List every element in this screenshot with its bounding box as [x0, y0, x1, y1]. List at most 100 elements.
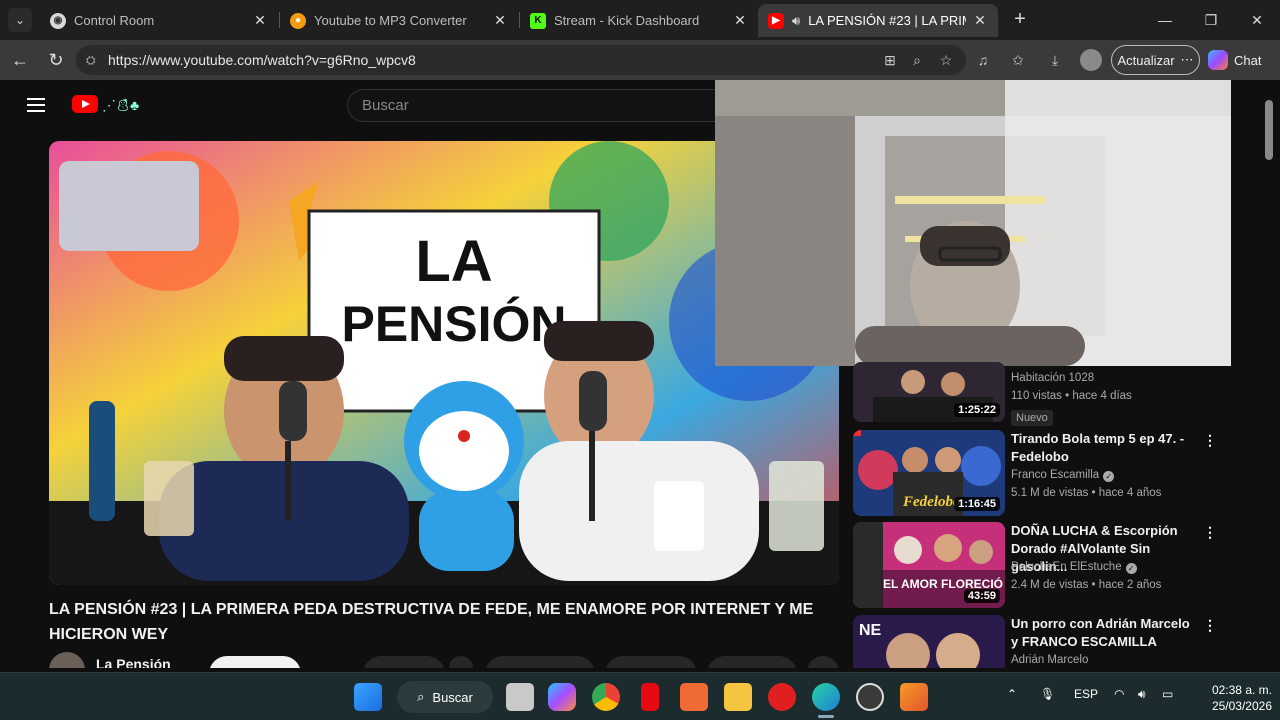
youtube-logo-icon[interactable]	[72, 95, 98, 113]
tab-youtube-video[interactable]: ▶ 🔊︎ LA PENSIÓN #23 | LA PRIMERA PEDA DE…	[758, 4, 998, 37]
system-clock[interactable]: 02:38 a. m. 25/03/2026	[1192, 682, 1272, 714]
zoom-icon[interactable]: ⌕	[905, 48, 929, 72]
volume-icon[interactable]: 🔊︎	[1138, 687, 1146, 702]
language-indicator[interactable]: ESP	[1074, 687, 1098, 701]
close-tab-icon[interactable]: ✕	[972, 12, 988, 29]
clock-date: 25/03/2026	[1211, 699, 1272, 713]
dislike-button[interactable]	[449, 656, 473, 668]
clock-time: 02:38 a. m.	[1211, 683, 1272, 697]
windows-start-icon[interactable]	[354, 683, 382, 711]
more-vert-icon[interactable]: ⋮	[1203, 432, 1217, 449]
taskbar-search[interactable]: ⌕ Buscar	[397, 681, 493, 713]
edge-icon[interactable]	[812, 683, 840, 711]
more-vert-icon[interactable]: ⋮	[1203, 524, 1217, 541]
copilot-chat-button[interactable]: Chat	[1208, 46, 1276, 74]
subscribe-button[interactable]	[209, 656, 301, 668]
close-tab-icon[interactable]: ✕	[252, 12, 268, 29]
obs-app-icon[interactable]	[856, 683, 884, 711]
recommendation-item[interactable]: Fedelobo 1:16:45 Tirando Bola temp 5 ep …	[853, 430, 1223, 516]
channel-name[interactable]: La Pensión	[96, 656, 171, 668]
recommendation-title[interactable]: Tirando Bola temp 5 ep 47. - Fedelobo	[1011, 430, 1196, 466]
recommendation-thumbnail[interactable]: NE	[853, 615, 1005, 668]
recommendation-item[interactable]: 1:25:22 Habitación 1028 110 vistas • hac…	[853, 362, 1223, 426]
page-scrollbar[interactable]	[1262, 80, 1276, 668]
wifi-icon[interactable]: ◠	[1114, 687, 1124, 701]
downloads-icon[interactable]: ⤓	[1043, 48, 1067, 72]
tab-mp3-converter[interactable]: ● Youtube to MP3 Converter ✕	[280, 4, 518, 37]
youtube-doodle-icon[interactable]: ⋰⛄︎♣	[102, 94, 139, 115]
battery-icon[interactable]: ▭	[1162, 687, 1173, 701]
video-duration: 43:59	[963, 589, 1000, 603]
tray-chevron-icon[interactable]: ⌃	[1007, 687, 1017, 701]
chat-label: Chat	[1234, 52, 1262, 68]
address-bar[interactable]: ⛭ https://www.youtube.com/watch?v=g6Rno_…	[76, 45, 966, 75]
file-explorer-icon[interactable]	[724, 683, 752, 711]
recommendation-channel[interactable]: Habitación 1028	[1011, 372, 1094, 384]
new-badge: Nuevo	[1011, 410, 1053, 426]
media-control-icon[interactable]: ♫	[971, 48, 995, 72]
browser-toolbar: ← ↻ ⛭ https://www.youtube.com/watch?v=g6…	[0, 40, 1280, 80]
thumbnail-art: NE	[853, 615, 1005, 668]
recommendation-thumbnail[interactable]: 1:25:22	[853, 362, 1005, 422]
close-window-icon[interactable]: ✕	[1242, 8, 1272, 32]
url-text[interactable]: https://www.youtube.com/watch?v=g6Rno_wp…	[108, 52, 416, 68]
favorites-icon[interactable]: ✩	[1006, 48, 1030, 72]
search-input[interactable]: Buscar	[347, 89, 727, 122]
speaker-icon[interactable]: 🔊︎	[792, 13, 800, 29]
restore-icon[interactable]: ❐	[1196, 8, 1226, 32]
thumbnail-text: NE	[859, 622, 882, 639]
recommendation-meta: 5.1 M de vistas • hace 4 años	[1011, 487, 1162, 499]
channel-avatar[interactable]	[49, 652, 85, 668]
recommendation-channel[interactable]: PelucheEn ElEstuche ✓	[1011, 561, 1137, 574]
kick-icon: K	[530, 12, 546, 29]
webcam-overlay	[715, 80, 1231, 366]
more-icon: ⋯	[1180, 52, 1194, 67]
recommendation-thumbnail[interactable]: Fedelobo 1:16:45	[853, 430, 1005, 516]
media-player-icon[interactable]	[768, 683, 796, 711]
tab-actions-menu-icon[interactable]: ⌄	[8, 8, 32, 32]
recommendation-item[interactable]: EL AMOR FLORECIÓ 43:59 DOÑA LUCHA & Esco…	[853, 522, 1223, 608]
save-button[interactable]	[605, 656, 697, 668]
more-vert-icon[interactable]: ⋮	[1203, 617, 1217, 634]
share-button[interactable]	[485, 656, 595, 668]
app-available-icon[interactable]: ⊞	[878, 48, 902, 72]
menu-icon[interactable]	[27, 98, 45, 112]
netflix-icon[interactable]	[641, 683, 659, 711]
profile-avatar-icon[interactable]	[1080, 49, 1102, 71]
site-info-icon[interactable]: ⛭	[86, 53, 102, 68]
recommendation-thumbnail[interactable]: EL AMOR FLORECIÓ 43:59	[853, 522, 1005, 608]
more-actions-button[interactable]	[807, 656, 839, 668]
favorite-star-icon[interactable]: ☆	[934, 48, 958, 72]
recommendation-channel[interactable]: Adrián Marcelo	[1011, 654, 1088, 666]
thumbnail-text: Fedelobo	[902, 494, 961, 510]
sign-text-pension: PENSIÓN	[341, 296, 566, 352]
close-tab-icon[interactable]: ✕	[732, 12, 748, 29]
update-button[interactable]: Actualizar ⋯	[1111, 45, 1200, 75]
copilot-icon	[1208, 50, 1228, 70]
app-orange-icon[interactable]	[680, 683, 708, 711]
channel-text[interactable]: PelucheEn ElEstuche	[1011, 561, 1122, 573]
recommendation-item[interactable]: NE Un porro con Adrián Marcelo y FRANCO …	[853, 615, 1223, 668]
minimize-icon[interactable]: —	[1150, 8, 1180, 32]
tab-kick-dashboard[interactable]: K Stream - Kick Dashboard ✕	[520, 4, 758, 37]
close-tab-icon[interactable]: ✕	[492, 12, 508, 29]
copilot-app-icon[interactable]	[548, 683, 576, 711]
recommendation-meta: 110 vistas • hace 4 días	[1011, 390, 1132, 402]
channel-row: La Pensión	[49, 652, 839, 668]
microphone-icon[interactable]: 🎙︎	[1040, 687, 1055, 701]
back-arrow-icon[interactable]: ←	[8, 48, 32, 72]
scrollbar-thumb[interactable]	[1265, 100, 1273, 160]
recommendation-title[interactable]: Un porro con Adrián Marcelo y FRANCO ESC…	[1011, 615, 1196, 651]
channel-text[interactable]: Franco Escamilla	[1011, 469, 1099, 481]
chrome-icon[interactable]	[592, 683, 620, 711]
new-tab-button[interactable]: +	[1008, 8, 1032, 32]
task-view-icon[interactable]	[506, 683, 534, 711]
reload-icon[interactable]: ↻	[44, 48, 68, 72]
tab-control-room[interactable]: ◉ Control Room ✕	[40, 4, 278, 37]
fl-studio-icon[interactable]	[900, 683, 928, 711]
video-duration: 1:16:45	[954, 497, 1000, 511]
clip-button[interactable]	[707, 656, 797, 668]
video-title: LA PENSIÓN #23 | LA PRIMERA PEDA DESTRUC…	[49, 601, 814, 643]
recommendation-channel[interactable]: Franco Escamilla ✓	[1011, 469, 1115, 482]
like-button[interactable]	[363, 656, 445, 668]
